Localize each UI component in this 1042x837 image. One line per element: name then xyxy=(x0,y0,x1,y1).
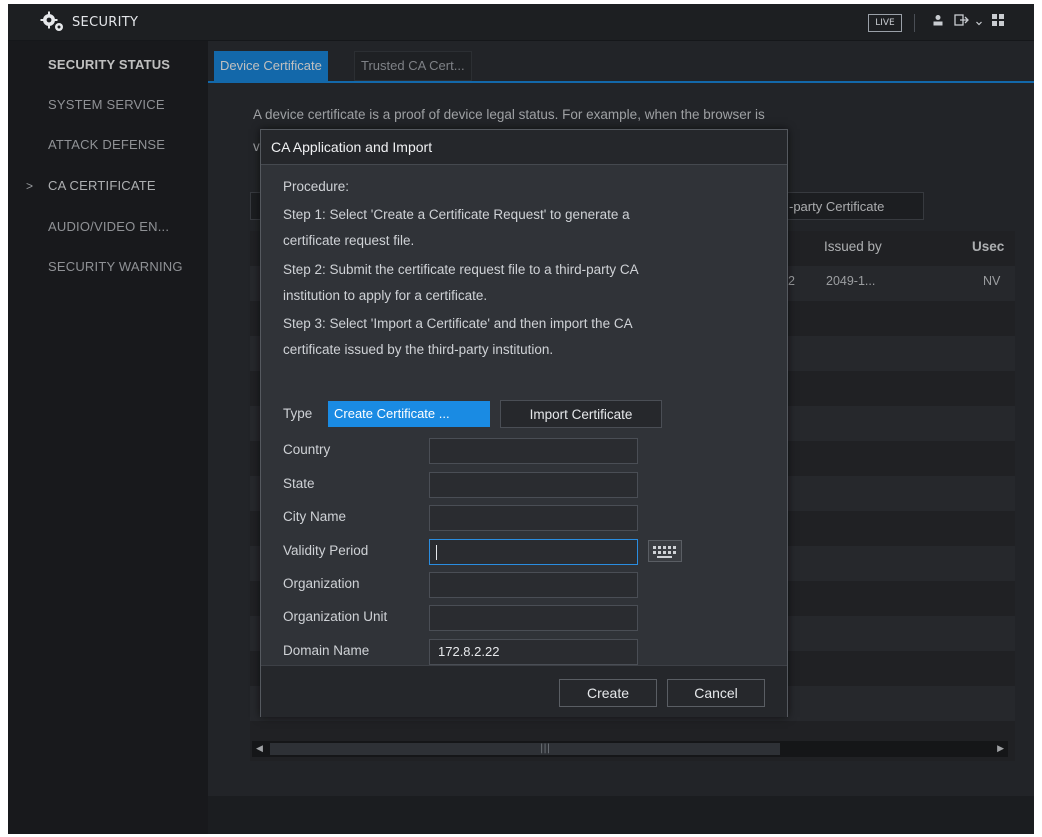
create-certificate-option[interactable]: Create Certificate ... xyxy=(328,401,490,427)
organization-field[interactable] xyxy=(429,572,638,598)
procedure-line: certificate request file. xyxy=(283,233,415,248)
ca-application-dialog: CA Application and Import Procedure: Ste… xyxy=(260,129,788,717)
create-button[interactable]: Create xyxy=(559,679,657,707)
dialog-title: CA Application and Import xyxy=(271,139,433,155)
domain-name-field[interactable]: 172.8.2.22 xyxy=(429,639,638,665)
topbar-divider xyxy=(914,14,915,32)
state-field[interactable] xyxy=(429,472,638,498)
procedure-line: certificate issued by the third-party in… xyxy=(283,342,554,357)
logout-dropdown-icon[interactable] xyxy=(976,14,982,29)
import-certificate-option[interactable]: Import Certificate xyxy=(500,400,662,428)
city-name-label: City Name xyxy=(283,509,347,524)
page-header: SECURITY xyxy=(40,10,138,34)
validity-period-label: Validity Period xyxy=(283,543,369,558)
text-cursor xyxy=(436,545,437,560)
country-field[interactable] xyxy=(429,438,638,464)
keyboard-icon[interactable] xyxy=(648,540,682,562)
app-window: SECURITY LIVE SECURITY STATUS SYSTEM SER… xyxy=(8,4,1034,834)
live-button[interactable]: LIVE xyxy=(868,14,902,32)
state-label: State xyxy=(283,476,315,491)
dialog-footer: Create Cancel xyxy=(261,665,787,717)
validity-period-field[interactable] xyxy=(429,539,638,565)
cancel-button[interactable]: Cancel xyxy=(667,679,765,707)
domain-name-label: Domain Name xyxy=(283,643,370,658)
user-icon[interactable] xyxy=(932,14,944,29)
dialog-body: Procedure: Step 1: Select 'Create a Cert… xyxy=(261,165,787,665)
organization-unit-field[interactable] xyxy=(429,605,638,631)
logout-icon[interactable] xyxy=(954,14,970,29)
dialog-header: CA Application and Import xyxy=(261,130,787,165)
procedure-line: institution to apply for a certificate. xyxy=(283,288,488,303)
procedure-line: Step 3: Select 'Import a Certificate' an… xyxy=(283,316,633,331)
city-name-field[interactable] xyxy=(429,505,638,531)
grid-icon[interactable] xyxy=(992,14,1005,30)
organization-label: Organization xyxy=(283,576,360,591)
top-bar: SECURITY LIVE xyxy=(8,4,1034,41)
procedure-line: Step 2: Submit the certificate request f… xyxy=(283,262,639,277)
type-label: Type xyxy=(283,406,313,421)
organization-unit-label: Organization Unit xyxy=(283,609,388,624)
procedure-heading: Procedure: xyxy=(283,179,350,194)
page-title: SECURITY xyxy=(72,14,139,30)
procedure-line: Step 1: Select 'Create a Certificate Req… xyxy=(283,207,630,222)
country-label: Country xyxy=(283,442,331,457)
gear-icon xyxy=(40,11,66,33)
